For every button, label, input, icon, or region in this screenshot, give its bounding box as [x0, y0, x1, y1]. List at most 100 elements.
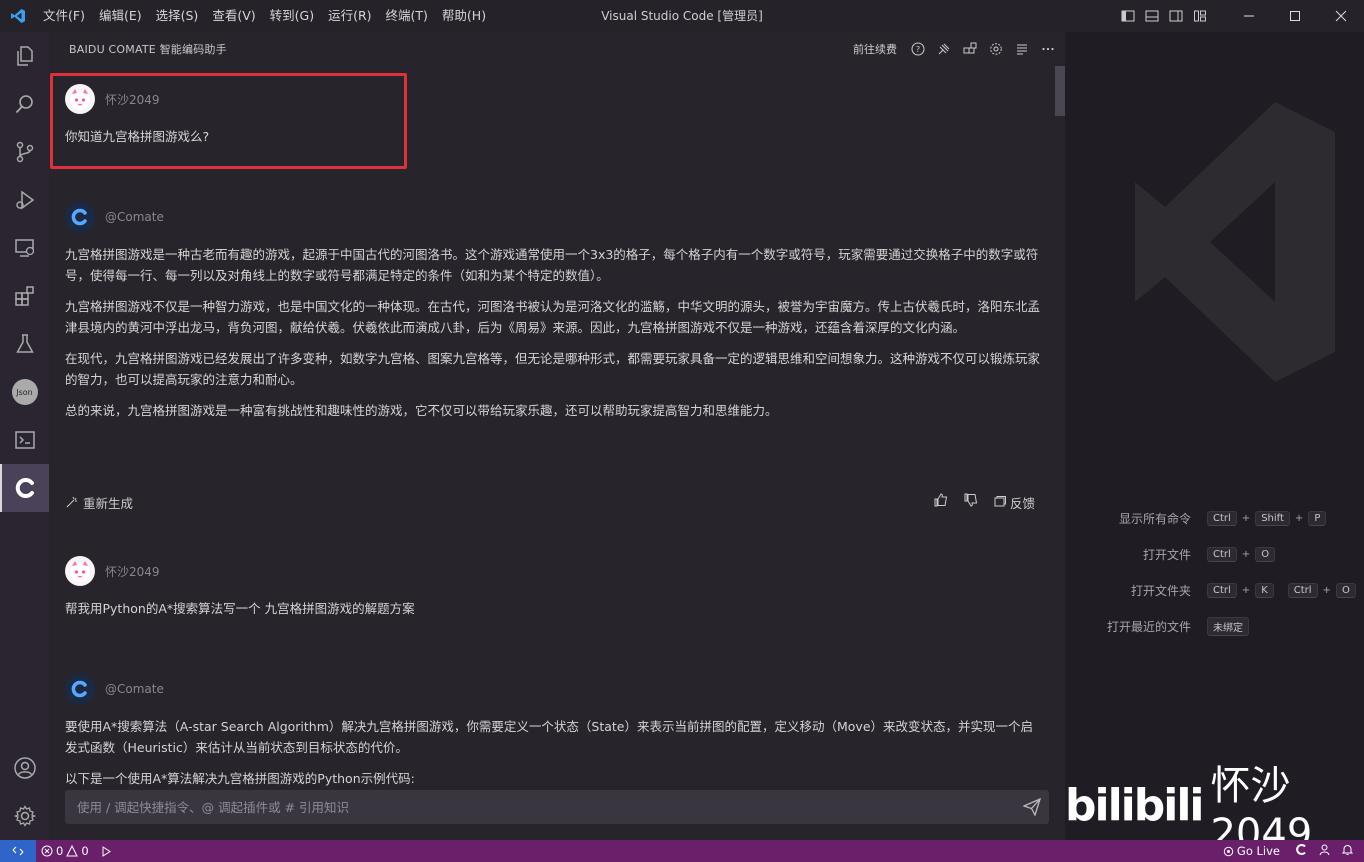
accounts-icon[interactable] [0, 744, 49, 792]
message-paragraph: 要使用A*搜索算法（A-star Search Algorithm）解决九宫格拼… [65, 719, 1034, 755]
error-icon [41, 845, 53, 857]
notifications-bell-icon[interactable] [1341, 843, 1354, 859]
shortcut-open-folder[interactable]: 打开文件夹 Ctrl + K Ctrl + O [1065, 580, 1364, 600]
key: Ctrl [1207, 582, 1237, 598]
remote-explorer-icon[interactable] [0, 224, 49, 272]
message-paragraph: 以下是一个使用A*算法解决九宫格拼图游戏的Python示例代码: [65, 771, 415, 786]
menu-terminal[interactable]: 终端(T) [379, 0, 435, 32]
shortcut-keys: Ctrl + Shift + P [1207, 510, 1327, 526]
title-bar: 文件(F) 编辑(E) 选择(S) 查看(V) 转到(G) 运行(R) 终端(T… [0, 0, 1364, 32]
terminal-icon[interactable] [0, 416, 49, 464]
gear-icon[interactable] [985, 38, 1007, 60]
thumbs-down-icon[interactable] [963, 492, 979, 512]
comate-status-icon[interactable] [1295, 843, 1308, 859]
shortcut-show-commands[interactable]: 显示所有命令 Ctrl + Shift + P [1065, 508, 1364, 528]
comate-avatar-icon [65, 674, 95, 704]
magic-wand-icon [66, 496, 77, 508]
toggle-secondary-sidebar-icon[interactable] [1164, 0, 1188, 32]
help-icon[interactable]: ? [907, 38, 929, 60]
key: K [1255, 582, 1274, 598]
panel-title: BAIDU COMATE 智能编码助手 [69, 43, 227, 56]
menu-file[interactable]: 文件(F) [36, 0, 92, 32]
renew-link[interactable]: 前往续费 [853, 41, 897, 57]
menu-selection[interactable]: 选择(S) [149, 0, 206, 32]
grid-icon[interactable] [959, 38, 981, 60]
error-count: 0 [56, 844, 64, 858]
minimize-icon[interactable] [1226, 0, 1272, 32]
plugin-icon[interactable] [933, 38, 955, 60]
menu-edit[interactable]: 编辑(E) [92, 0, 149, 32]
menu-go[interactable]: 转到(G) [263, 0, 321, 32]
feedback-label: 反馈 [1009, 495, 1035, 511]
json-icon[interactable]: Json [0, 368, 49, 416]
shortcut-open-recent[interactable]: 打开最近的文件 未绑定 [1065, 616, 1364, 636]
message-header: @Comate [65, 202, 1041, 232]
chat-message-user: 怀沙2049 帮我用Python的A*搜索算法写一个 九宫格拼图游戏的解题方案 [65, 556, 1041, 619]
shortcut-label: 打开最近的文件 [1106, 619, 1191, 634]
list-icon[interactable] [1011, 38, 1033, 60]
message-author: @Comate [105, 210, 164, 224]
shortcut-label: 显示所有命令 [1118, 511, 1191, 526]
more-icon[interactable] [1037, 38, 1059, 60]
account-status-icon[interactable] [1318, 843, 1331, 859]
settings-gear-icon[interactable] [0, 792, 49, 840]
highlight-box [50, 73, 407, 169]
user-avatar [65, 556, 95, 586]
menu-run[interactable]: 运行(R) [321, 0, 378, 32]
message-text: 帮我用Python的A*搜索算法写一个 九宫格拼图游戏的解题方案 [65, 601, 415, 616]
json-label: Json [11, 379, 38, 405]
chat-message-bot: @Comate 要使用A*搜索算法（A-star Search Algorith… [65, 674, 1041, 789]
problems-indicator[interactable]: 0 0 [36, 844, 94, 858]
testing-icon[interactable] [0, 320, 49, 368]
panel-actions: 前往续费 ? [853, 32, 1059, 66]
search-icon[interactable] [0, 80, 49, 128]
broadcast-icon [1223, 846, 1234, 856]
customize-layout-icon[interactable] [1188, 0, 1212, 32]
extensions-icon[interactable] [0, 272, 49, 320]
message-paragraph: 九宫格拼图游戏是一种古老而有趣的游戏，起源于中国古代的河图洛书。这个游戏通常使用… [65, 247, 1039, 283]
message-paragraph: 九宫格拼图游戏不仅是一种智力游戏，也是中国文化的一种体现。在古代，河图洛书被认为… [65, 299, 1041, 335]
chat-input[interactable] [65, 799, 1015, 815]
thumbs-up-icon[interactable] [933, 492, 949, 512]
vscode-logo-icon [0, 0, 36, 32]
feedback-button[interactable]: 反馈 [993, 493, 1035, 512]
panel-header: BAIDU COMATE 智能编码助手 前往续费 ? [49, 32, 1065, 66]
source-control-icon[interactable] [0, 128, 49, 176]
svg-text:?: ? [916, 45, 920, 54]
menu-help[interactable]: 帮助(H) [435, 0, 493, 32]
send-icon[interactable] [1015, 790, 1049, 824]
remote-indicator-icon[interactable] [0, 840, 36, 862]
explorer-icon[interactable] [0, 32, 49, 80]
shortcut-keys: 未绑定 [1207, 616, 1249, 636]
feedback-icon [994, 496, 1006, 507]
key: O [1255, 546, 1276, 562]
maximize-icon[interactable] [1272, 0, 1318, 32]
regenerate-button[interactable]: 重新生成 [65, 493, 133, 512]
bilibili-logo: bilibili [1065, 779, 1204, 831]
chat-scrollbar[interactable] [1055, 66, 1065, 116]
key: Shift [1255, 510, 1290, 526]
go-live-button[interactable]: Go Live [1218, 844, 1285, 858]
chat-message-bot: @Comate 九宫格拼图游戏是一种古老而有趣的游戏，起源于中国古代的河图洛书。… [65, 202, 1041, 421]
message-author: 怀沙2049 [105, 564, 160, 579]
status-bar-right: Go Live [1218, 840, 1354, 862]
activity-bar: Json [0, 32, 49, 840]
bilibili-watermark: bilibili 怀沙2049 [1065, 763, 1362, 857]
close-icon[interactable] [1318, 0, 1364, 32]
key: O [1335, 582, 1356, 598]
debug-launch-icon[interactable] [94, 845, 117, 858]
toggle-primary-sidebar-icon[interactable] [1116, 0, 1140, 32]
shortcut-open-file[interactable]: 打开文件 Ctrl + O [1065, 544, 1364, 564]
editor-area: 显示所有命令 Ctrl + Shift + P 打开文件 Ctrl + O 打开文件夹… [1065, 32, 1364, 857]
comate-avatar-icon [65, 202, 95, 232]
key: P [1308, 510, 1327, 526]
message-actions: 重新生成 反馈 [65, 490, 1041, 514]
menu-view[interactable]: 查看(V) [205, 0, 262, 32]
vscode-watermark-icon [1135, 102, 1335, 382]
shortcut-keys: Ctrl + K Ctrl + O [1207, 582, 1356, 598]
status-bar: 0 0 Go Live [0, 840, 1364, 862]
key: Ctrl [1207, 510, 1237, 526]
comate-icon[interactable] [0, 464, 49, 512]
toggle-panel-icon[interactable] [1140, 0, 1164, 32]
run-debug-icon[interactable] [0, 176, 49, 224]
